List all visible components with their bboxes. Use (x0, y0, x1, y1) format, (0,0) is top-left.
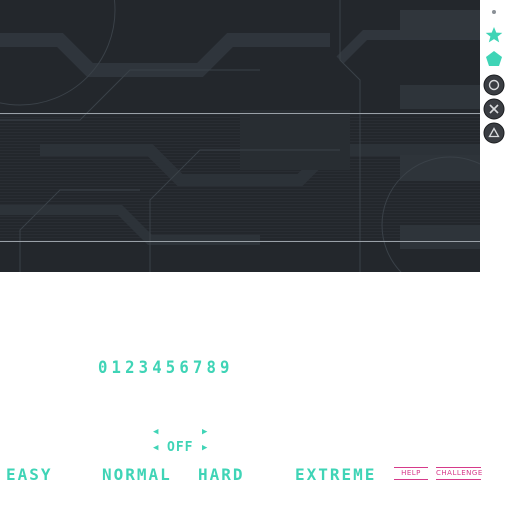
left-arrow-icon[interactable]: ◀ (153, 444, 158, 453)
up-right-arrow-icon[interactable]: ▶ (202, 428, 207, 437)
pentagon-icon (486, 51, 502, 66)
cross-button-icon (483, 98, 505, 120)
difficulty-normal[interactable]: NORMAL (102, 465, 172, 484)
difficulty-extreme[interactable]: EXTREME (295, 465, 376, 484)
star-icon (485, 27, 503, 43)
triangle-button-icon (483, 122, 505, 144)
digit-glyphs: 0123456789 (98, 358, 234, 378)
dot-icon (492, 10, 496, 14)
up-left-arrow-icon[interactable]: ◀ (153, 428, 158, 437)
option-value: OFF (167, 440, 194, 455)
icon-column (480, 0, 512, 150)
difficulty-easy[interactable]: EASY (6, 465, 53, 484)
background-panel (0, 0, 480, 272)
challenge-button[interactable]: CHALLENGE (436, 467, 482, 480)
circle-button-icon (483, 74, 505, 96)
right-arrow-icon[interactable]: ▶ (202, 444, 207, 453)
circuit-pattern (0, 0, 480, 272)
difficulty-hard[interactable]: HARD (198, 465, 245, 484)
help-button[interactable]: HELP (394, 467, 428, 480)
